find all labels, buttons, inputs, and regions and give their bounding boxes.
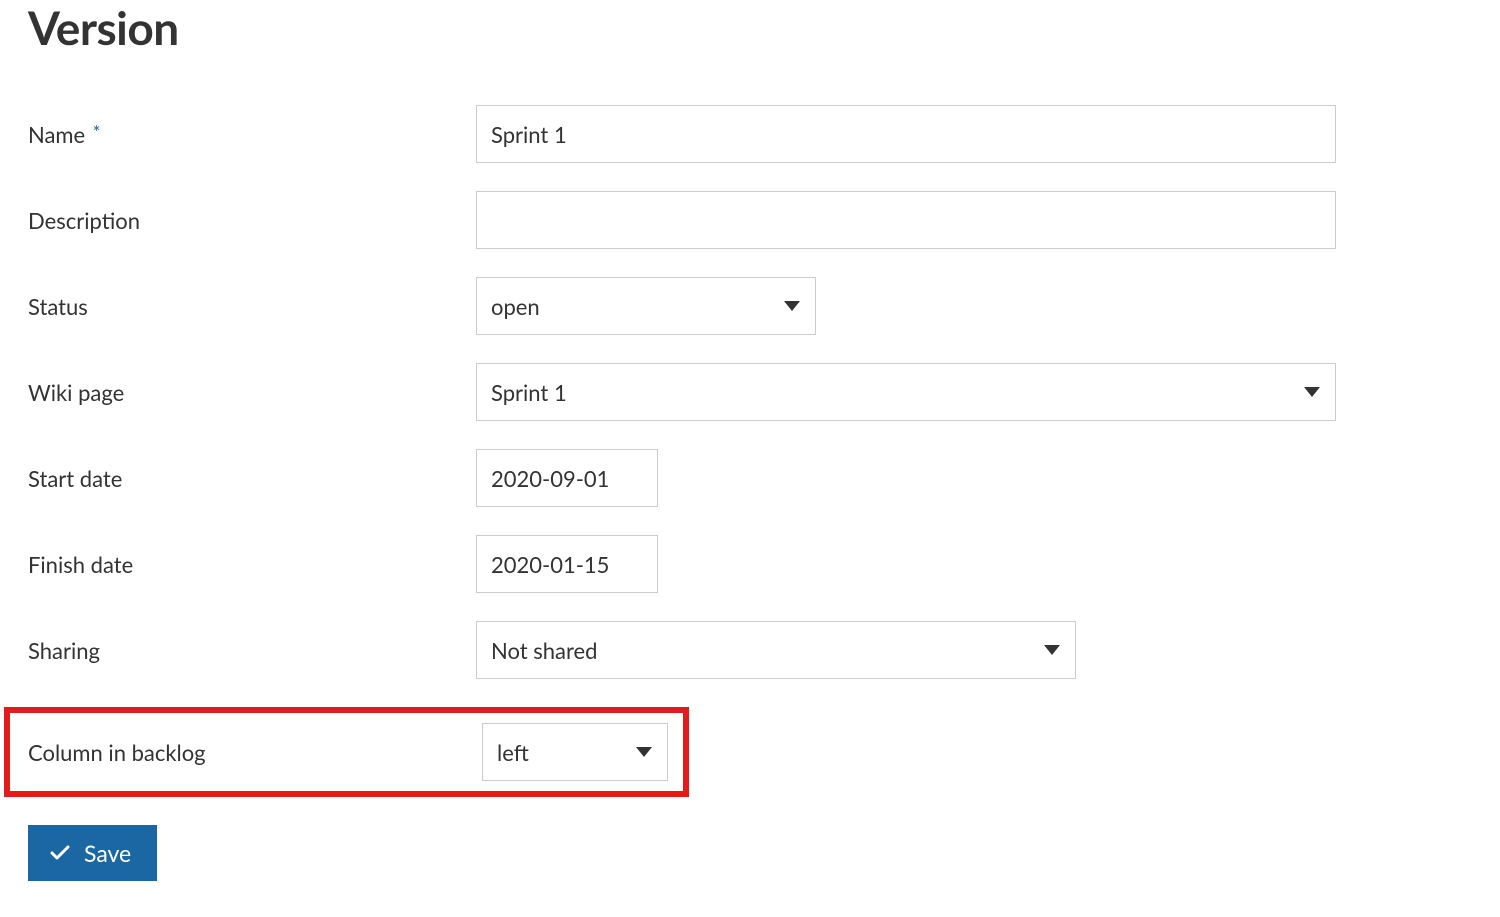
start-date-input[interactable] — [476, 449, 658, 507]
row-column-in-backlog: Column in backlog left — [4, 707, 689, 797]
label-description: Description — [28, 207, 476, 234]
row-finish-date: Finish date — [28, 535, 1472, 593]
save-button-label: Save — [84, 839, 131, 867]
row-name: Name * — [28, 105, 1472, 163]
page-title: Version — [28, 0, 1472, 55]
finish-date-input[interactable] — [476, 535, 658, 593]
label-name: Name * — [28, 121, 476, 148]
status-select[interactable]: open — [476, 277, 816, 335]
label-start-date: Start date — [28, 465, 476, 492]
row-start-date: Start date — [28, 449, 1472, 507]
label-sharing: Sharing — [28, 637, 476, 664]
label-name-text: Name — [28, 121, 85, 148]
check-icon — [48, 841, 72, 865]
required-marker: * — [93, 121, 101, 143]
row-description: Description — [28, 191, 1472, 249]
wiki-page-select[interactable]: Sprint 1 — [476, 363, 1336, 421]
label-wiki-page: Wiki page — [28, 379, 476, 406]
column-in-backlog-select[interactable]: left — [482, 723, 668, 781]
label-status: Status — [28, 293, 476, 320]
description-input[interactable] — [476, 191, 1336, 249]
label-column-in-backlog: Column in backlog — [28, 739, 482, 766]
sharing-select[interactable]: Not shared — [476, 621, 1076, 679]
save-button[interactable]: Save — [28, 825, 157, 881]
row-wiki-page: Wiki page Sprint 1 — [28, 363, 1472, 421]
label-finish-date: Finish date — [28, 551, 476, 578]
name-input[interactable] — [476, 105, 1336, 163]
row-status: Status open — [28, 277, 1472, 335]
row-sharing: Sharing Not shared — [28, 621, 1472, 679]
